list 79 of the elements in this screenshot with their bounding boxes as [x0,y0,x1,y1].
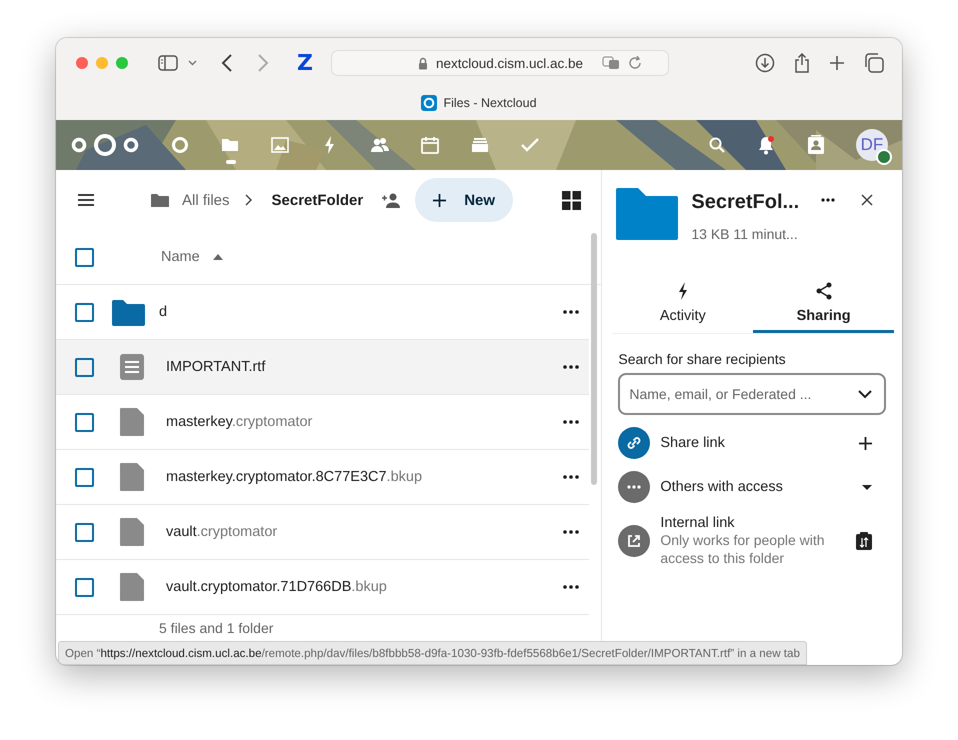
more-options-icon[interactable] [563,310,580,314]
link-icon [618,427,650,459]
file-icon [120,573,144,601]
breadcrumb-link[interactable]: All files [182,192,230,208]
menu-icon[interactable] [78,194,94,206]
row-checkbox[interactable] [75,412,94,432]
logo-icon[interactable] [70,133,140,157]
add-person-icon[interactable] [381,192,402,208]
file-name[interactable]: masterkey.cryptomator.8C77E3C7.bkup [166,469,422,485]
more-options-icon[interactable] [563,530,580,534]
more-options-icon[interactable] [563,420,580,424]
more-options-icon[interactable] [563,475,580,479]
translate-icon[interactable] [602,56,620,70]
reload-icon[interactable] [628,56,642,70]
close-window-button[interactable] [76,57,88,69]
share-icon [814,282,833,300]
clipboard-icon[interactable] [856,532,872,550]
extension-logo[interactable]: Z [297,50,313,76]
row-checkbox[interactable] [75,578,94,596]
share-icon[interactable] [794,53,810,73]
status-bar: Open “https://nextcloud.cism.ucl.ac.be/remote.php/dav/files/b8fbbb58-d9fa-1030-93fb-fdef5568b6e1/SecretFolder/IMPORTANT.rtf” in a new tab [58,641,807,665]
sort-ascending-icon[interactable] [212,254,223,260]
file-name[interactable]: masterkey.cryptomator [166,414,312,430]
scrollbar[interactable] [591,233,598,485]
plus-icon[interactable] [829,55,845,71]
download-icon[interactable] [755,53,775,73]
folder-icon[interactable] [151,192,169,208]
search-label: Search for share recipients [618,351,787,367]
file-name[interactable]: vault.cryptomator [166,524,278,540]
more-options-icon[interactable] [563,365,580,369]
favicon-icon [421,95,438,111]
search-icon[interactable] [709,137,725,153]
document-icon [120,354,144,380]
breadcrumb-current[interactable]: SecretFolder [272,192,364,208]
new-button[interactable]: New [415,178,514,222]
more-icon [618,471,650,503]
folder-icon [616,188,678,240]
chevron-right-icon [244,194,252,206]
sidebar-icon[interactable] [158,55,178,71]
share-entry-title[interactable]: Others with access [660,479,862,495]
lock-icon [418,56,428,70]
share-entry-title[interactable]: Internal link [660,515,856,531]
close-icon[interactable] [861,194,874,206]
folder-icon [112,298,145,326]
external-link-icon [618,525,650,557]
file-icon [120,518,144,546]
grid-view-icon[interactable] [562,190,582,210]
file-icon [120,408,144,436]
select-all-checkbox[interactable] [75,248,94,266]
sidebar-tab[interactable]: Activity [612,276,754,333]
file-icon [120,463,144,491]
file-name[interactable]: IMPORTANT.rtf [166,359,266,375]
row-checkbox[interactable] [75,358,94,376]
share-recipients-field[interactable]: Name, email, or Federated ... [618,373,886,415]
contacts-icon[interactable] [807,135,825,155]
lightning-icon [676,282,689,300]
name-column-header[interactable]: Name [161,249,200,265]
share-entry-title[interactable]: Share link [660,435,859,451]
plus-icon[interactable] [859,436,872,450]
tabs-icon[interactable] [864,53,884,73]
row-checkbox[interactable] [75,468,94,486]
row-checkbox[interactable] [75,522,94,542]
sidebar-subtitle: 13 KB 11 minut... [691,226,799,242]
share-entry-description: Only works for people with access to this folder [660,531,826,567]
tab-title[interactable]: Files - Nextcloud [443,96,537,110]
more-options-icon[interactable] [563,585,580,589]
files-summary: 5 files and 1 folder [158,619,274,636]
caret-down-icon[interactable] [862,484,872,490]
more-options-icon[interactable] [821,198,836,202]
notifications-icon[interactable] [756,135,776,155]
chevron-down-icon[interactable] [858,390,872,399]
back-icon[interactable] [221,54,233,72]
row-checkbox[interactable] [75,302,94,322]
address-field[interactable]: nextcloud.cism.ucl.ac.be [330,50,669,76]
file-name[interactable]: vault.cryptomator.71D766DB.bkup [166,579,387,595]
file-name[interactable]: d [159,304,168,320]
sidebar-tab[interactable]: Sharing [753,276,894,333]
sidebar-title: SecretFol... [691,191,800,214]
plus-icon [433,194,446,206]
